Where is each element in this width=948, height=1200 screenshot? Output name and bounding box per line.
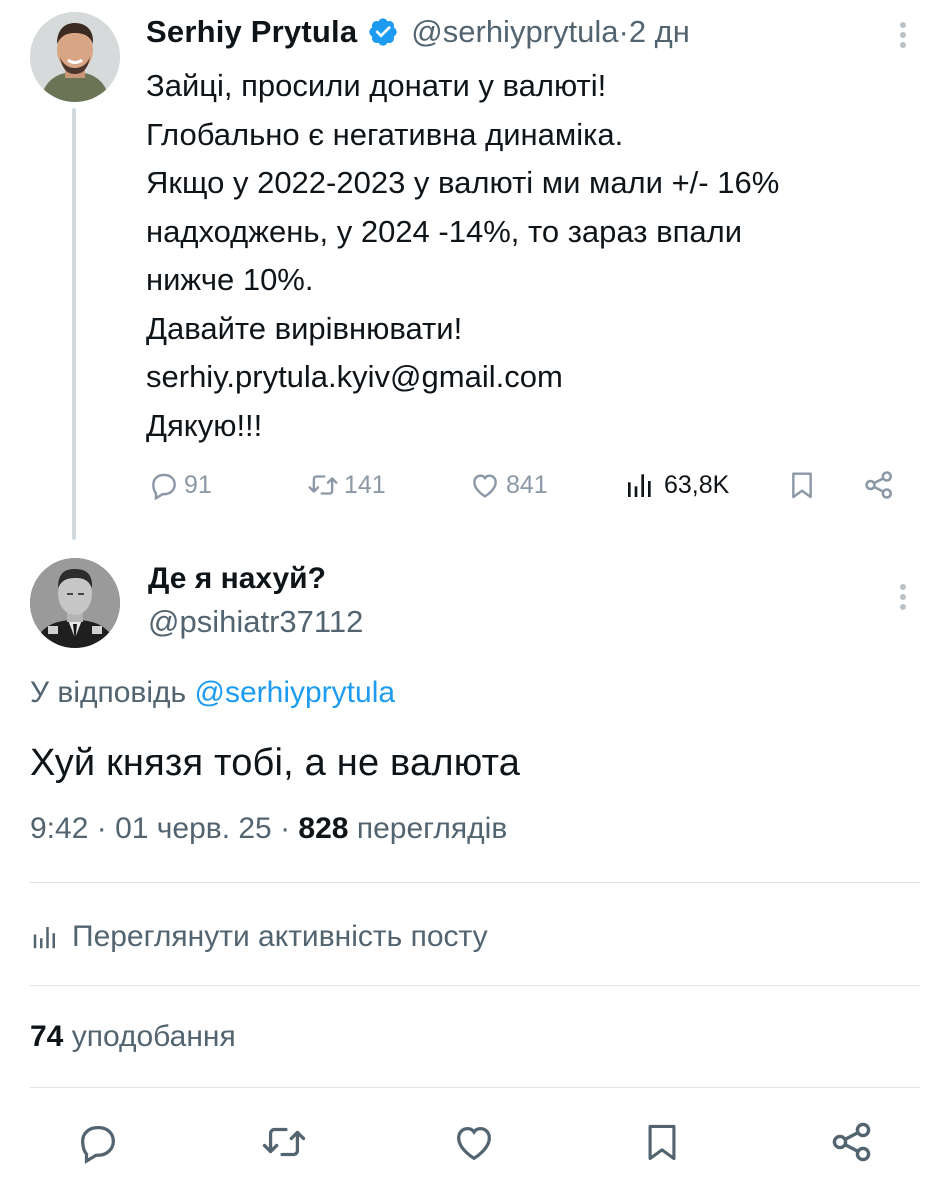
reply-to-line: У відповідь @serhiyprytula — [30, 676, 395, 710]
divider — [30, 882, 920, 883]
likes-summary-link[interactable]: 74 уподобання — [30, 1020, 236, 1054]
like-button[interactable]: 841 — [468, 462, 548, 508]
more-vertical-icon[interactable] — [893, 580, 913, 614]
reply-tweet-text: Хуй князя тобі, а не валюта — [30, 742, 521, 784]
header-separator: · — [618, 14, 629, 49]
tweet-text-line: Глобально є негативна динаміка. — [146, 116, 624, 152]
reply-time-link[interactable]: 9:42 — [30, 812, 88, 845]
bookmark-button[interactable] — [786, 462, 818, 508]
reply-author-handle[interactable]: @psihiatr37112 — [148, 604, 363, 640]
heart-icon — [473, 474, 497, 498]
tweet-text-line: Якщо у 2022-2023 у валюті ми мали +/- 16… — [146, 165, 780, 200]
avatar-photo — [30, 12, 120, 102]
reply-button[interactable]: 91 — [148, 462, 212, 508]
repost-count: 141 — [344, 470, 386, 499]
reply-icon — [152, 473, 176, 501]
tweet-text-line: Давайте вирівнювати! — [146, 310, 463, 346]
reply-author-avatar[interactable] — [30, 558, 120, 648]
reply-tweet-meta: 9:42 · 01 черв. 25 · 828 переглядів — [30, 812, 507, 846]
parent-tweet-text: Зайці, просили донати у валюті! Глобальн… — [146, 62, 926, 450]
share-icon — [832, 1122, 871, 1162]
reply-to-mention-link[interactable]: @serhiyprytula — [195, 676, 396, 709]
reply-to-prefix: У відповідь — [30, 676, 187, 709]
repost-button[interactable]: 141 — [306, 462, 386, 508]
divider — [30, 985, 920, 986]
bookmark-icon — [648, 1124, 676, 1161]
parent-tweet-time[interactable]: 2 дн — [629, 14, 690, 50]
verified-badge-icon[interactable] — [367, 16, 399, 48]
repost-icon — [308, 475, 338, 495]
tweet-text-line: Зайці, просили донати у валюті! — [146, 68, 607, 103]
view-post-activity-label: Переглянути активність посту — [72, 920, 488, 953]
parent-tweet-actions: 91 141 841 63,8K — [146, 462, 926, 508]
reply-action-bar — [30, 1114, 920, 1170]
view-post-activity-button[interactable]: Переглянути активність посту — [30, 914, 488, 960]
parent-author-avatar[interactable] — [30, 12, 120, 102]
meta-separator: · — [271, 812, 299, 845]
thread-connector-line — [72, 108, 76, 540]
tweet-text-line: нижче 10%. — [146, 262, 314, 297]
tweet-text-email: serhiy.prytula.kyiv@gmail.com — [146, 359, 563, 394]
share-button[interactable] — [862, 462, 896, 508]
likes-label: уподобання — [71, 1020, 236, 1053]
views-chart-icon — [33, 927, 55, 949]
bookmark-icon — [792, 472, 812, 499]
like-count: 841 — [506, 470, 548, 499]
reply-views-count: 828 — [298, 812, 349, 845]
repost-icon — [262, 1127, 306, 1157]
reply-date-link[interactable]: 01 черв. 25 — [115, 812, 272, 845]
tweet-text-line: Дякую!!! — [146, 407, 263, 443]
bookmark-button[interactable] — [634, 1114, 690, 1170]
parent-author-handle[interactable]: @serhiyprytula — [411, 14, 618, 50]
repost-button[interactable] — [256, 1114, 312, 1170]
like-button[interactable] — [446, 1114, 502, 1170]
more-vertical-icon[interactable] — [893, 18, 913, 52]
views-chart-icon — [628, 474, 651, 497]
parent-author-name[interactable]: Serhiy Prytula — [146, 14, 357, 50]
heart-icon — [457, 1126, 491, 1161]
parent-tweet-header: Serhiy Prytula @serhiyprytula · 2 дн — [146, 12, 690, 52]
reply-icon — [81, 1125, 115, 1164]
divider — [30, 1087, 920, 1088]
tweet-text-line: надходжень, у 2024 -14%, то зараз впали — [146, 213, 743, 249]
view-count: 63,8K — [664, 470, 730, 499]
reply-author-name[interactable]: Де я нахуй? — [148, 562, 326, 596]
reply-count: 91 — [184, 470, 212, 499]
share-icon — [865, 471, 893, 499]
reply-button[interactable] — [70, 1114, 126, 1170]
meta-separator: · — [88, 812, 116, 845]
reply-views-label: переглядів — [356, 812, 508, 845]
avatar-photo — [30, 558, 120, 648]
views-button[interactable]: 63,8K — [624, 462, 729, 508]
likes-count: 74 — [30, 1020, 64, 1053]
share-button[interactable] — [824, 1114, 880, 1170]
